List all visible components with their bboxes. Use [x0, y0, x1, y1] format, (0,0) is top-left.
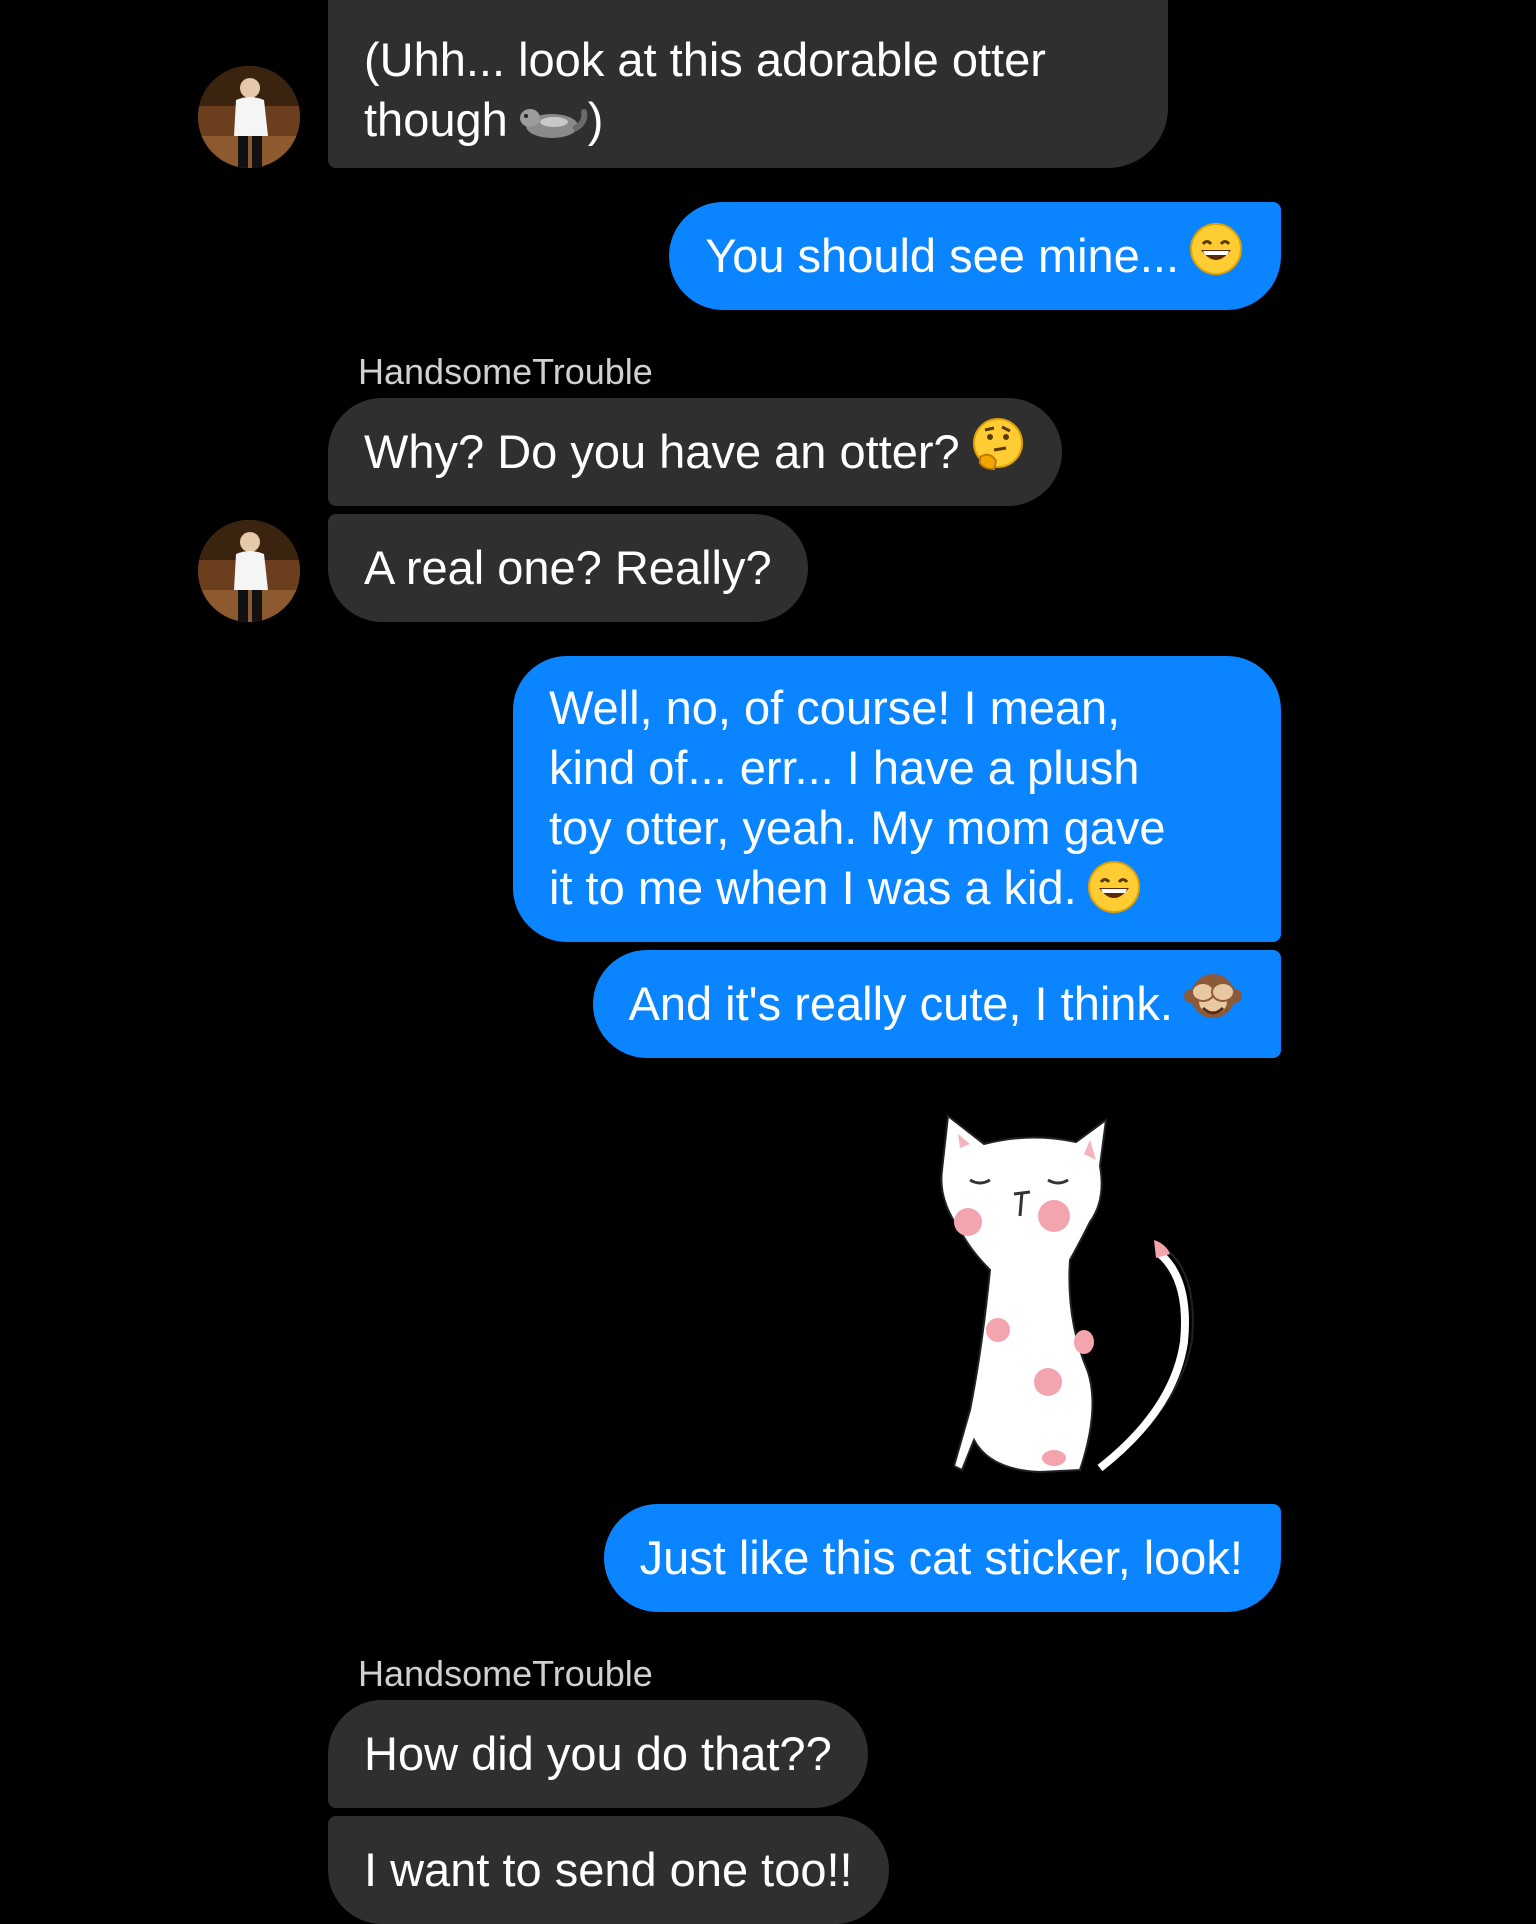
grinning-face-icon [1087, 860, 1141, 928]
message-bubble-incoming[interactable]: A real one? Really? [328, 514, 808, 622]
message-text: ) [587, 93, 604, 146]
message-text: And it's really cute, I think. [628, 977, 1174, 1030]
message-text-line: though) [364, 90, 1132, 160]
message-bubble-incoming[interactable]: I want to send one too!! [328, 1816, 889, 1924]
message-text-line: toy otter, yeah. My mom gave [549, 801, 1166, 854]
otter-icon [518, 100, 588, 160]
message-text-line: kind of... err... I have a plush [549, 741, 1140, 794]
message-text: it to me when I was a kid. [549, 861, 1077, 914]
message-text: You should see mine... [705, 229, 1179, 282]
message-text: though [364, 93, 508, 146]
message-bubble-outgoing[interactable]: And it's really cute, I think. [592, 950, 1281, 1058]
contact-avatar[interactable] [198, 66, 300, 168]
message-bubble-incoming[interactable]: How did you do that?? [328, 1700, 868, 1808]
message-text: A real one? Really? [364, 541, 772, 594]
message-text: Just like this cat sticker, look! [639, 1531, 1243, 1584]
message-text-line: it to me when I was a kid. [549, 858, 1243, 928]
see-no-evil-monkey-icon [1183, 968, 1243, 1040]
sender-name: HandsomeTrouble [358, 351, 653, 392]
message-bubble-outgoing[interactable]: Well, no, of course! I mean, kind of... … [513, 656, 1281, 942]
message-bubble-incoming[interactable]: (Uhh... look at this adorable otter thou… [328, 0, 1168, 168]
cat-sticker[interactable] [930, 1110, 1200, 1480]
message-text-line: Well, no, of course! I mean, [549, 681, 1121, 734]
message-bubble-outgoing[interactable]: Just like this cat sticker, look! [603, 1504, 1281, 1612]
contact-avatar[interactable] [198, 520, 300, 622]
sender-name: HandsomeTrouble [358, 1653, 653, 1694]
message-bubble-incoming[interactable]: Why? Do you have an otter? [328, 398, 1062, 506]
grinning-face-icon [1189, 222, 1243, 290]
thinking-face-icon [970, 417, 1026, 487]
message-text-line: (Uhh... look at this adorable otter [364, 33, 1046, 86]
message-text: I want to send one too!! [364, 1843, 853, 1896]
message-bubble-outgoing[interactable]: You should see mine... [669, 202, 1281, 310]
message-text: Why? Do you have an otter? [364, 425, 960, 478]
message-text: How did you do that?? [364, 1727, 832, 1780]
